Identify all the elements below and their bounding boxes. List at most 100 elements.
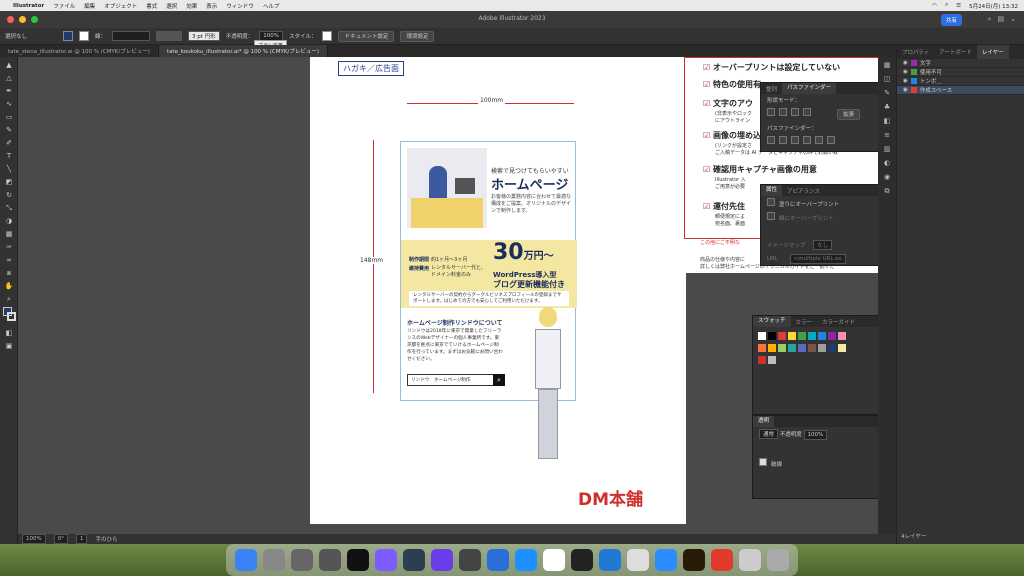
outline-icon[interactable]	[815, 135, 823, 144]
artboard-tool-icon[interactable]: ⧈	[4, 268, 14, 278]
trim-icon[interactable]	[779, 135, 787, 144]
layer-row[interactable]: ◉ トンボ＿	[897, 77, 1024, 86]
app-icon[interactable]	[739, 549, 761, 571]
unite-icon[interactable]	[767, 108, 775, 116]
tab-artboards[interactable]: アートボード	[934, 45, 977, 59]
swatch[interactable]	[818, 332, 826, 340]
merge-icon[interactable]	[791, 135, 799, 144]
variable-width-field[interactable]	[156, 31, 183, 41]
fill-overprint-checkbox[interactable]	[767, 198, 775, 206]
hand-tool-icon[interactable]: ✋	[4, 281, 14, 291]
swatch[interactable]	[778, 332, 786, 340]
divide-icon[interactable]	[767, 135, 775, 144]
tab-properties[interactable]: プロパティ	[897, 45, 934, 59]
shape-builder-icon[interactable]: ◑	[4, 216, 14, 226]
transparency-icon[interactable]: ◐	[882, 159, 892, 169]
menu-object[interactable]: オブジェクト	[104, 2, 137, 10]
tab-layers[interactable]: レイヤー	[976, 45, 1009, 59]
swatch[interactable]	[798, 344, 806, 352]
menu-window[interactable]: ウィンドウ	[226, 2, 254, 10]
vscode-icon[interactable]	[599, 549, 621, 571]
figma-icon[interactable]	[571, 549, 593, 571]
stroke-overprint-row[interactable]: 線にオーバープリント	[761, 210, 887, 224]
eye-icon[interactable]: ◉	[903, 69, 908, 75]
terminal-icon[interactable]	[347, 549, 369, 571]
stroke-weight-field[interactable]	[112, 31, 151, 41]
swatch[interactable]	[758, 356, 766, 364]
acrobat-icon[interactable]	[711, 549, 733, 571]
swatch[interactable]	[768, 344, 776, 352]
rotate-tool-icon[interactable]: ↻	[4, 190, 14, 200]
crop-icon[interactable]	[803, 135, 811, 144]
swatch[interactable]	[838, 344, 846, 352]
stroke-swatch[interactable]	[79, 31, 90, 41]
blend-tool-icon[interactable]: ∞	[4, 255, 14, 265]
eyedropper-icon[interactable]: ✑	[4, 242, 14, 252]
brush-tool-icon[interactable]: ✎	[4, 125, 14, 135]
url-field[interactable]: <multiple URL ex	[789, 254, 846, 264]
style-swatch[interactable]	[322, 31, 333, 41]
tab-stena[interactable]: tate_stena_illustrator.ai @ 100 % (CMYK/…	[0, 45, 159, 57]
imagemap-select[interactable]: なし	[813, 240, 833, 250]
layer-row[interactable]: ◉ 作成スペース	[897, 86, 1024, 95]
eye-icon[interactable]: ◉	[903, 60, 908, 66]
appearance-icon[interactable]: ◉	[882, 173, 892, 183]
gradient-tool-icon[interactable]: ▦	[4, 229, 14, 239]
tab-color[interactable]: カラー	[791, 318, 818, 326]
swatch[interactable]	[828, 344, 836, 352]
layer-row[interactable]: ◉ 使用不可	[897, 68, 1024, 77]
minus-front-icon[interactable]	[779, 108, 787, 116]
eye-icon[interactable]: ◉	[903, 78, 908, 84]
pen-tool-icon[interactable]: ✒	[4, 86, 14, 96]
eraser-tool-icon[interactable]: ◩	[4, 177, 14, 187]
exclude-icon[interactable]	[803, 108, 811, 116]
calculator-icon[interactable]	[319, 549, 341, 571]
safari-icon[interactable]	[515, 549, 537, 571]
chrome-icon[interactable]	[627, 549, 649, 571]
menu-view[interactable]: 表示	[206, 2, 217, 10]
wifi-icon[interactable]: ◠	[932, 3, 937, 9]
gradient-icon[interactable]: ▥	[882, 145, 892, 155]
swatch[interactable]	[788, 332, 796, 340]
fill-swatch[interactable]	[63, 31, 74, 41]
settings-icon[interactable]	[291, 549, 313, 571]
app-icon[interactable]	[403, 549, 425, 571]
fill-overprint-row[interactable]: 塗りにオーバープリント	[761, 196, 887, 210]
swatch[interactable]	[808, 332, 816, 340]
pencil-tool-icon[interactable]: ✐	[4, 138, 14, 148]
illustrator-icon[interactable]	[683, 549, 705, 571]
rectangle-tool-icon[interactable]: ▭	[4, 112, 14, 122]
swatch[interactable]	[768, 332, 776, 340]
scale-tool-icon[interactable]: ⤡	[4, 203, 14, 213]
notion-icon[interactable]	[543, 549, 565, 571]
menu-help[interactable]: ヘルプ	[263, 2, 280, 10]
swatch[interactable]	[758, 332, 766, 340]
swatch[interactable]	[798, 332, 806, 340]
blend-mode-select[interactable]: 通常	[759, 429, 779, 439]
layer-row[interactable]: ◉ 文字	[897, 59, 1024, 68]
search-icon[interactable]: ⌕	[945, 2, 948, 9]
align-icon[interactable]: ⧉	[882, 187, 892, 197]
swatch[interactable]	[758, 344, 766, 352]
control-center-icon[interactable]: ☰	[956, 3, 961, 9]
tab-appearance[interactable]: アピアランス	[782, 187, 825, 195]
brush-field[interactable]: 3 pt 円形	[188, 31, 220, 41]
launchpad-icon[interactable]	[263, 549, 285, 571]
tab-color-guide[interactable]: カラーガイド	[817, 318, 860, 326]
tab-swatches[interactable]: スウォッチ	[753, 316, 791, 327]
rotation-field[interactable]: 0°	[53, 534, 68, 544]
canvas-area[interactable]: ハガキ／広告面 100mm 148mm 検索で見つけてもらいやすい ホームページ…	[18, 57, 896, 534]
swatch[interactable]	[838, 332, 846, 340]
swatch[interactable]	[768, 356, 776, 364]
symbols-icon[interactable]: ♣	[882, 103, 892, 113]
menu-type[interactable]: 書式	[146, 2, 157, 10]
workspace-icon[interactable]: ▤	[998, 15, 1005, 24]
app-icon[interactable]	[459, 549, 481, 571]
stroke-color[interactable]	[7, 312, 16, 321]
share-button[interactable]: 共有	[940, 14, 962, 26]
trash-icon[interactable]	[767, 549, 789, 571]
fill-stroke-widget[interactable]	[3, 307, 16, 325]
menu-edit[interactable]: 編集	[84, 2, 95, 10]
app-menu[interactable]: Illustrator	[13, 3, 44, 9]
tab-transparency[interactable]: 透明	[753, 416, 775, 427]
